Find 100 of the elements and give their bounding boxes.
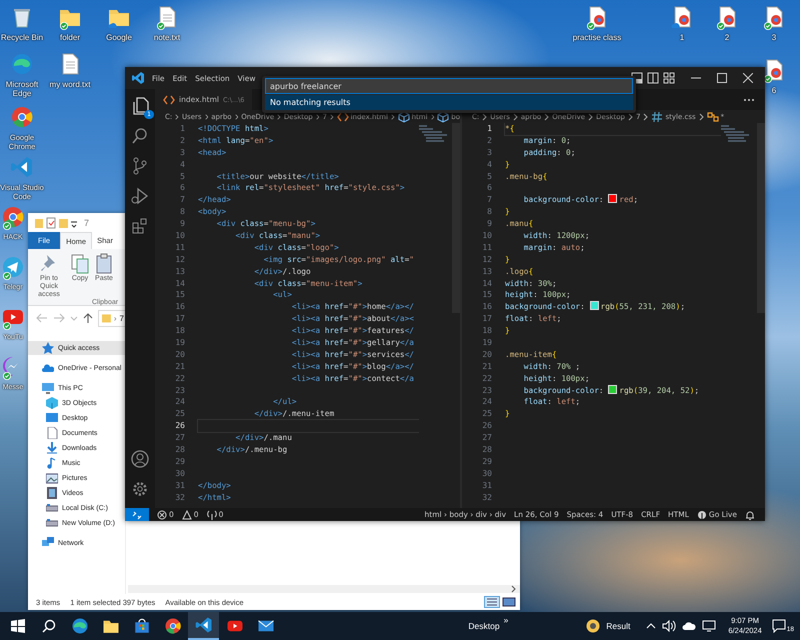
line-number: 12 (481, 254, 492, 266)
line-number: 16 (174, 301, 185, 314)
line-number: 15 (174, 289, 185, 302)
drive-icon (46, 517, 58, 529)
line-number: 11 (481, 242, 492, 254)
cloud-icon[interactable] (682, 621, 696, 631)
line-number: 8 (486, 206, 492, 218)
desktop-icon-label[interactable]: 3 (772, 33, 776, 42)
html-file-icon (336, 110, 349, 122)
minimap-drawing (721, 125, 749, 142)
line-number: 22 (174, 372, 185, 385)
maximize-icon[interactable] (717, 73, 727, 83)
line-number: 24 (174, 396, 185, 408)
chevron-right-icon (628, 112, 633, 120)
line-number: 6 (179, 182, 185, 194)
line-number: 1 (486, 123, 492, 135)
line-number: 2 (179, 134, 185, 147)
quick-access-toolbar-icon[interactable] (34, 216, 80, 228)
desktop-icon-label[interactable]: practise class (572, 33, 622, 42)
desktop-icon-label[interactable]: Google (106, 33, 132, 42)
line-number: 32 (481, 492, 492, 504)
monitor-icon[interactable] (702, 620, 716, 632)
taskbar-app[interactable] (188, 612, 219, 640)
line-number: 5 (486, 170, 492, 182)
desktop-icon-label[interactable]: 2 (724, 33, 730, 42)
document-icon (46, 427, 58, 439)
line-number: 14 (481, 278, 492, 290)
line-number: 17 (174, 313, 185, 326)
desktop-icon-label[interactable]: 1 (680, 33, 684, 42)
chevron-right-icon (482, 112, 488, 120)
chevron-right-icon (175, 112, 179, 120)
desktop-icon-label[interactable]: my word.txt (50, 80, 90, 89)
chrome-icon[interactable] (1, 205, 25, 231)
chevron-up-icon[interactable] (646, 621, 656, 631)
chevron-right-icon (698, 112, 704, 120)
warning-icon (182, 510, 192, 520)
palette-result[interactable]: No matching results (265, 95, 633, 110)
line-number: 30 (174, 468, 185, 480)
edge-icon (70, 617, 88, 635)
line-number: 1 (179, 123, 185, 135)
bell-icon[interactable] (745, 510, 755, 520)
cube-icon (46, 397, 58, 409)
line-number: 24 (481, 396, 492, 408)
toolbar-expand[interactable]: » (504, 615, 508, 625)
line-number: 9 (179, 218, 185, 230)
line-number: 2 (486, 134, 492, 147)
paper-plane-icon[interactable] (1, 255, 25, 281)
shopping-bag-icon (132, 617, 150, 635)
close-icon[interactable] (743, 73, 753, 83)
windows-logo-icon[interactable] (11, 619, 25, 633)
line-number: 17 (481, 313, 492, 326)
line-number: 23 (481, 384, 492, 396)
line-number: 5 (179, 170, 185, 182)
speaker-icon[interactable] (662, 620, 676, 632)
up-arrow-icon[interactable] (83, 313, 93, 323)
desktop-icon-label[interactable]: Recycle Bin (0, 33, 44, 42)
film-icon (46, 487, 58, 499)
remote-button[interactable] (125, 508, 149, 521)
desktop-icon-label[interactable]: 6 (772, 86, 776, 95)
chevron-right-icon (544, 112, 550, 120)
blocks-icon[interactable] (131, 217, 149, 235)
command-input[interactable]: apurbo freelancer (265, 78, 633, 94)
taskbar-app[interactable]: Result (586, 619, 630, 633)
line-number: 26 (174, 420, 185, 432)
symbol-icon (706, 110, 719, 122)
line-number: 11 (174, 242, 185, 254)
star-icon (42, 342, 54, 354)
vertical-scrollbar[interactable] (757, 123, 765, 313)
details-view-icon[interactable] (484, 596, 500, 608)
desktop-icon-label[interactable]: Microsoft Edge (0, 80, 48, 98)
line-number: 16 (481, 301, 492, 314)
cube-outline-icon (437, 110, 450, 122)
account-icon[interactable] (131, 450, 149, 468)
line-number: 32 (174, 492, 185, 504)
down-arrow-icon (46, 442, 58, 454)
line-number: 27 (174, 432, 185, 444)
grid-layout-icon[interactable] (663, 72, 675, 84)
scroll-right-icon[interactable] (511, 585, 517, 593)
more-actions-icon[interactable] (743, 98, 755, 102)
files-icon[interactable] (131, 97, 149, 115)
split-layout-icon[interactable] (647, 72, 659, 84)
chevron-right-icon (234, 112, 238, 120)
line-number: 3 (486, 146, 492, 159)
error-icon (157, 510, 167, 520)
large-icons-view-icon[interactable] (502, 596, 516, 608)
computer-icon (42, 382, 54, 394)
branch-icon[interactable] (131, 157, 149, 175)
desktop-icon-label[interactable]: folder (60, 33, 80, 42)
line-number: 6 (486, 182, 492, 194)
chevron-right-icon (330, 112, 334, 120)
folder-icon (102, 313, 111, 323)
line-number: 28 (481, 444, 492, 456)
toolbar-label[interactable]: Desktop (468, 621, 500, 631)
line-number: 3 (179, 146, 185, 159)
play-bug-icon[interactable] (131, 187, 149, 205)
horizontal-scrollbar[interactable] (128, 585, 520, 593)
minimap-drawing (419, 125, 447, 142)
search-icon[interactable] (42, 619, 56, 633)
settings-icon[interactable] (131, 480, 149, 498)
line-number: 14 (174, 278, 185, 290)
